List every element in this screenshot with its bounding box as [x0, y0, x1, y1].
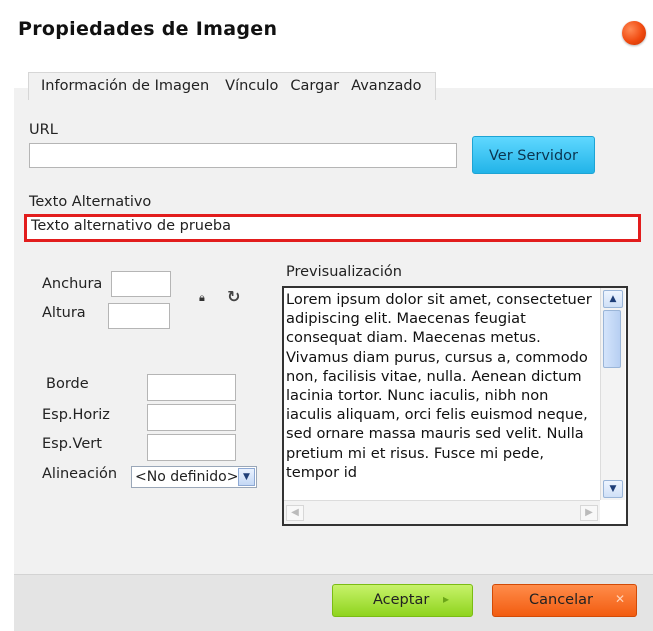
browse-server-button[interactable]: Ver Servidor [472, 136, 595, 174]
align-label: Alineación [42, 466, 118, 482]
vertical-scrollbar[interactable]: ▲ ▼ [600, 288, 625, 500]
height-input[interactable] [108, 303, 170, 329]
align-select[interactable]: <No definido> ▼ [131, 466, 257, 488]
alt-text-value: Texto alternativo de prueba [31, 218, 231, 234]
ok-label: Aceptar [373, 592, 430, 608]
scroll-thumb[interactable] [603, 310, 621, 368]
tab-bar: Información de Imagen Vínculo Cargar Ava… [28, 72, 437, 100]
border-input[interactable] [147, 374, 236, 401]
cancel-button[interactable]: Cancelar ✕ [492, 584, 637, 617]
hspace-input[interactable] [147, 404, 236, 431]
lock-icon[interactable]: 🔒︎ [199, 291, 205, 305]
width-label: Anchura [42, 276, 103, 292]
height-label: Altura [42, 305, 86, 321]
tab-image-info[interactable]: Información de Imagen [28, 72, 220, 100]
reset-size-icon[interactable]: ↻ [227, 287, 240, 306]
scroll-left-icon[interactable]: ◀ [286, 505, 304, 521]
arrow-right-icon: ▸ [443, 592, 450, 606]
vspace-label: Esp.Vert [42, 436, 102, 452]
chevron-down-icon[interactable]: ▼ [238, 468, 255, 486]
hspace-label: Esp.Horiz [42, 407, 110, 423]
align-selected-value: <No definido> [135, 469, 239, 485]
close-x-icon: ✕ [615, 592, 626, 606]
scroll-right-icon[interactable]: ▶ [580, 505, 598, 521]
cancel-label: Cancelar [529, 592, 593, 608]
horizontal-scrollbar[interactable]: ◀ ▶ [284, 500, 600, 524]
url-label: URL [29, 122, 58, 138]
alt-text-field[interactable]: Texto alternativo de prueba [24, 214, 641, 242]
preview-label: Previsualización [286, 264, 402, 280]
tab-upload[interactable]: Cargar [284, 72, 346, 100]
ok-button[interactable]: Aceptar ▸ [332, 584, 473, 617]
width-input[interactable] [111, 271, 171, 297]
dialog-title: Propiedades de Imagen [18, 18, 278, 40]
scroll-up-icon[interactable]: ▲ [603, 290, 623, 308]
vspace-input[interactable] [147, 434, 236, 461]
preview-text: Lorem ipsum dolor sit amet, consectetuer… [286, 291, 592, 481]
tab-link[interactable]: Vínculo [219, 72, 285, 100]
alt-text-label: Texto Alternativo [29, 194, 152, 210]
tab-advanced[interactable]: Avanzado [345, 72, 437, 100]
url-input[interactable] [29, 143, 457, 168]
border-label: Borde [46, 376, 89, 392]
close-icon[interactable] [622, 21, 646, 45]
scroll-down-icon[interactable]: ▼ [603, 480, 623, 498]
dialog-titlebar: Propiedades de Imagen [0, 0, 653, 64]
preview-box: Lorem ipsum dolor sit amet, consectetuer… [282, 286, 628, 526]
